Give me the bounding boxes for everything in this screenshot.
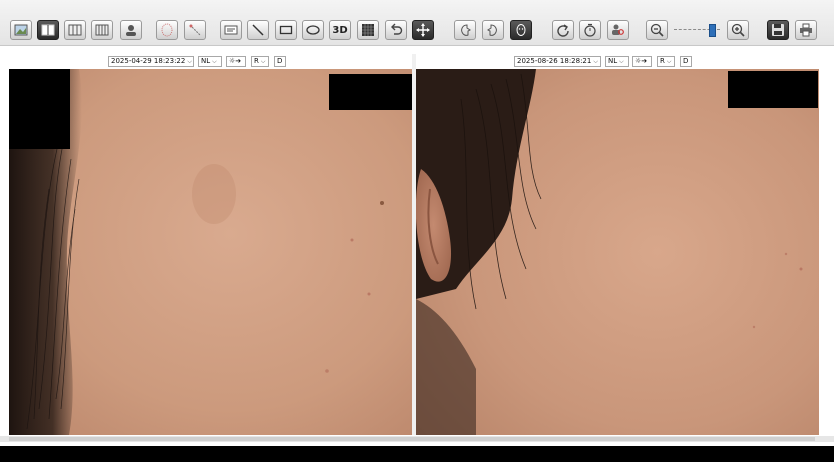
zoom-out-icon [650,23,664,37]
lighting-icon: ☼➔ [229,57,242,65]
3d-view-icon: 3D [332,24,348,36]
two-pane-layout-icon [41,24,55,36]
left-view: D [277,57,283,65]
user-search-button[interactable] [607,20,629,40]
left-view-button[interactable]: D [274,56,286,67]
measure-tool-icon [189,24,201,36]
right-face-photo[interactable] [416,69,819,435]
lighting-icon: ☼➔ [635,57,648,65]
face-mapping-button[interactable] [156,20,178,40]
person-profile-icon [126,25,136,36]
redaction-block [728,71,818,108]
face-left-button[interactable] [454,20,476,40]
right-mode-select[interactable]: NL [605,56,629,67]
zoom-slider[interactable] [674,24,720,37]
horizontal-scrollbar-thumb[interactable] [9,437,815,441]
right-image-panel: 2025-08-26 18:28:21 NL ☼➔ R D [416,54,819,435]
right-side-select[interactable]: R [657,56,675,67]
face-left-icon [461,24,471,36]
two-pane-layout-button[interactable] [37,20,59,40]
left-face-photo[interactable] [9,69,412,435]
right-photo-canvas [416,69,819,435]
move-pan-button[interactable] [412,20,434,40]
redaction-block [329,74,412,110]
zoom-in-icon [731,23,745,37]
ellipse-tool-button[interactable] [302,20,324,40]
right-panel-header: 2025-08-26 18:28:21 NL ☼➔ R D [416,54,819,70]
face-right-icon [487,24,497,36]
undo-icon [391,23,403,35]
save-button[interactable] [767,20,789,40]
ellipse-tool-icon [306,25,320,35]
left-mode: NL [201,57,211,65]
zoom-in-button[interactable] [727,20,749,40]
save-icon [772,24,784,36]
right-side: R [660,57,665,65]
user-search-icon [612,24,624,35]
grid-overlay-button[interactable] [357,20,379,40]
face-right-button[interactable] [482,20,504,40]
rectangle-tool-button[interactable] [275,20,297,40]
toolbar: 3D [0,0,834,46]
image-view-icon [14,24,28,36]
left-side: R [254,57,259,65]
undo-button[interactable] [385,20,407,40]
face-mapping-icon [161,23,173,37]
print-icon [800,23,812,37]
redaction-block [9,69,70,149]
left-lighting-toggle[interactable]: ☼➔ [226,56,246,67]
zoom-slider-thumb[interactable] [709,24,716,37]
rectangle-tool-icon [279,25,293,35]
right-timestamp-select[interactable]: 2025-08-26 18:28:21 [514,56,601,67]
left-image-panel: 2025-04-29 18:23:22 NL ☼➔ R D [9,54,412,435]
timer-button[interactable] [579,20,601,40]
left-timestamp: 2025-04-29 18:23:22 [111,57,186,65]
id-card-icon [224,25,238,35]
three-pane-layout-icon [68,24,82,36]
left-panel-header: 2025-04-29 18:23:22 NL ☼➔ R D [9,54,412,70]
3d-view-button[interactable]: 3D [329,20,351,40]
three-pane-layout-button[interactable] [64,20,86,40]
id-card-button[interactable] [220,20,242,40]
left-side-select[interactable]: R [251,56,269,67]
right-view: D [683,57,689,65]
line-tool-icon [252,24,264,36]
four-pane-layout-icon [95,24,109,36]
left-mode-select[interactable]: NL [198,56,222,67]
timer-icon [584,23,596,37]
face-front-button[interactable] [510,20,532,40]
move-pan-icon [416,23,430,37]
redo-button[interactable] [552,20,574,40]
right-lighting-toggle[interactable]: ☼➔ [632,56,652,67]
toolbar-divider [0,45,834,46]
print-button[interactable] [795,20,817,40]
right-mode: NL [608,57,618,65]
measure-tool-button[interactable] [184,20,206,40]
right-timestamp: 2025-08-26 18:28:21 [517,57,592,65]
bottom-status-bar [0,446,834,462]
redo-icon [557,24,569,37]
person-profile-button[interactable] [120,20,142,40]
four-pane-layout-button[interactable] [91,20,113,40]
line-tool-button[interactable] [247,20,269,40]
face-front-icon [516,24,526,36]
grid-overlay-icon [362,24,374,36]
zoom-out-button[interactable] [646,20,668,40]
left-timestamp-select[interactable]: 2025-04-29 18:23:22 [108,56,194,67]
image-view-button[interactable] [10,20,32,40]
right-view-button[interactable]: D [680,56,692,67]
